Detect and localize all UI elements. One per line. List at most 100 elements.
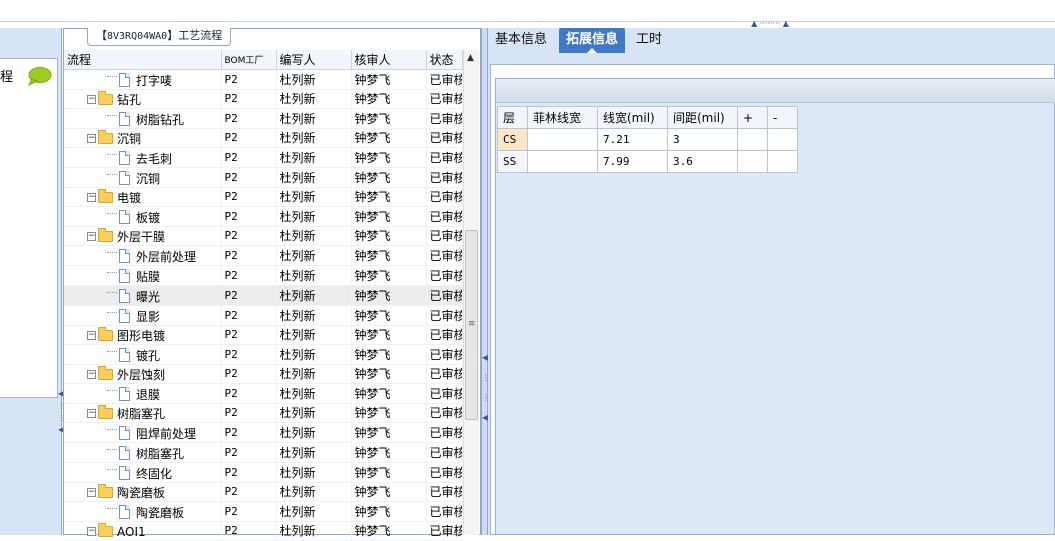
process-cell[interactable]: 外层前处理 <box>64 245 222 266</box>
tree-node[interactable]: 镀孔 <box>67 347 160 364</box>
tree-node[interactable]: 阻焊前处理 <box>67 425 196 442</box>
tree-node[interactable]: − 外层干膜 <box>67 227 165 245</box>
process-cell[interactable]: 贴膜 <box>64 265 222 286</box>
process-cell[interactable]: 沉铜 <box>64 167 222 188</box>
tree-row[interactable]: 终固化 P2 杜列新 钟梦飞 已审核 <box>64 462 463 483</box>
tab-extended-info[interactable]: 拓展信息 <box>559 28 626 53</box>
info-row[interactable]: SS 7.99 3.6 <box>497 150 798 173</box>
tree-node[interactable]: 贴膜 <box>67 268 160 285</box>
tree-row[interactable]: − 外层蚀刻 P2 杜列新 钟梦飞 已审核 <box>64 364 463 384</box>
tree-node[interactable]: − 陶瓷磨板 <box>67 483 165 501</box>
tree-node[interactable]: − 电镀 <box>67 188 141 206</box>
tree-node[interactable]: 打字唛 <box>67 72 172 89</box>
col-header-writer[interactable]: 编写人 <box>276 50 352 70</box>
tree-row[interactable]: 沉铜 P2 杜列新 钟梦飞 已审核 <box>64 167 463 188</box>
tree-row[interactable]: 树脂塞孔 P2 杜列新 钟梦飞 已审核 <box>64 442 463 463</box>
tree-node[interactable]: 退膜 <box>67 386 160 403</box>
col-header-bom-factory[interactable]: BOM工厂 <box>221 50 277 70</box>
tree-row[interactable]: − AOI1 P2 杜列新 钟梦飞 已审核 <box>64 521 463 541</box>
tree-node[interactable]: − 钻孔 <box>67 90 141 108</box>
process-cell[interactable]: − 沉铜 <box>64 128 222 148</box>
tree-node[interactable]: − AOI1 <box>67 523 146 539</box>
collapse-toggle-icon[interactable]: − <box>87 192 96 202</box>
tree-row[interactable]: − 电镀 P2 杜列新 钟梦飞 已审核 <box>64 187 463 207</box>
tree-node[interactable]: − 树脂塞孔 <box>67 404 165 422</box>
tree-row[interactable]: 退膜 P2 杜列新 钟梦飞 已审核 <box>64 383 463 404</box>
tree-node[interactable]: − 外层蚀刻 <box>67 365 165 383</box>
tree-row[interactable]: − 钻孔 P2 杜列新 钟梦飞 已审核 <box>64 89 463 109</box>
remove-cell[interactable] <box>767 150 798 173</box>
tree-node[interactable]: 陶瓷磨板 <box>67 504 184 521</box>
line-width-cell[interactable]: 7.99 <box>597 150 668 173</box>
process-cell[interactable]: − 图形电镀 <box>64 325 222 345</box>
tree-row[interactable]: − 图形电镀 P2 杜列新 钟梦飞 已审核 <box>64 325 463 345</box>
process-cell[interactable]: 镀孔 <box>64 344 222 365</box>
col-header-status[interactable]: 状态 <box>426 50 463 70</box>
process-cell[interactable]: − AOI1 <box>64 521 222 541</box>
layer-cell[interactable]: SS <box>497 150 528 173</box>
tree-row[interactable]: − 沉铜 P2 杜列新 钟梦飞 已审核 <box>64 128 463 148</box>
tree-node[interactable]: 去毛刺 <box>67 150 172 167</box>
tree-row[interactable]: 陶瓷磨板 P2 杜列新 钟梦飞 已审核 <box>64 501 463 522</box>
process-cell[interactable]: 退膜 <box>64 383 222 404</box>
tree-row[interactable]: 板镀 P2 杜列新 钟梦飞 已审核 <box>64 206 463 227</box>
collapse-toggle-icon[interactable]: − <box>87 408 96 418</box>
add-cell[interactable] <box>737 128 768 151</box>
spacing-cell[interactable]: 3.6 <box>667 150 738 173</box>
scroll-up-arrow-icon[interactable]: ▲ <box>467 53 474 63</box>
col-header-process[interactable]: 流程 <box>64 50 222 70</box>
tree-row[interactable]: 外层前处理 P2 杜列新 钟梦飞 已审核 <box>64 245 463 266</box>
collapse-toggle-icon[interactable]: − <box>87 487 96 497</box>
tree-node[interactable]: 板镀 <box>67 209 160 226</box>
add-cell[interactable] <box>737 150 768 173</box>
process-cell[interactable]: 树脂塞孔 <box>64 442 222 463</box>
tree-node[interactable]: 显影 <box>67 308 160 325</box>
tree-node[interactable]: − 沉铜 <box>67 129 141 147</box>
process-cell[interactable]: 陶瓷磨板 <box>64 501 222 522</box>
tree-vertical-scrollbar[interactable]: ▲ ≡ <box>463 50 479 535</box>
tree-row[interactable]: − 外层干膜 P2 杜列新 钟梦飞 已审核 <box>64 226 463 246</box>
left-panel-label[interactable]: 程 <box>0 66 13 85</box>
tree-row[interactable]: 去毛刺 P2 杜列新 钟梦飞 已审核 <box>64 147 463 168</box>
process-cell[interactable]: − 钻孔 <box>64 89 222 109</box>
film-width-cell[interactable] <box>527 128 598 151</box>
scroll-thumb[interactable]: ≡ <box>465 230 478 420</box>
tree-node[interactable]: 外层前处理 <box>67 248 196 265</box>
tab-work-hours[interactable]: 工时 <box>629 28 669 53</box>
tree-row[interactable]: 贴膜 P2 杜列新 钟梦飞 已审核 <box>64 265 463 286</box>
tree-row[interactable]: − 陶瓷磨板 P2 杜列新 钟梦飞 已审核 <box>64 482 463 502</box>
tree-row[interactable]: 打字唛 P2 杜列新 钟梦飞 已审核 <box>64 69 463 90</box>
chat-bubble-icon[interactable] <box>26 66 52 86</box>
process-cell[interactable]: − 外层干膜 <box>64 226 222 246</box>
film-width-cell[interactable] <box>527 150 598 173</box>
info-row[interactable]: CS 7.21 3 <box>497 128 798 151</box>
add-row-button[interactable]: + <box>737 106 768 129</box>
process-cell[interactable]: 打字唛 <box>64 69 222 90</box>
tree-row[interactable]: 树脂钻孔 P2 杜列新 钟梦飞 已审核 <box>64 108 463 129</box>
top-splitter-grip[interactable]: ▲ ········ ▲ <box>740 20 800 28</box>
tree-row[interactable]: 显影 P2 杜列新 钟梦飞 已审核 <box>64 305 463 326</box>
process-cell[interactable]: 板镀 <box>64 206 222 227</box>
collapse-toggle-icon[interactable]: − <box>87 133 96 143</box>
layer-cell[interactable]: CS <box>497 128 528 151</box>
tree-node[interactable]: 终固化 <box>67 465 172 482</box>
tree-row[interactable]: 阻焊前处理 P2 杜列新 钟梦飞 已审核 <box>64 422 463 443</box>
process-cell[interactable]: − 树脂塞孔 <box>64 403 222 423</box>
tree-node[interactable]: 树脂钻孔 <box>67 111 184 128</box>
process-cell[interactable]: − 外层蚀刻 <box>64 364 222 384</box>
tab-basic-info[interactable]: 基本信息 <box>488 28 554 53</box>
tree-row[interactable]: 曝光 P2 杜列新 钟梦飞 已审核 <box>64 285 463 306</box>
tree-row[interactable]: − 树脂塞孔 P2 杜列新 钟梦飞 已审核 <box>64 403 463 423</box>
remove-cell[interactable] <box>767 128 798 151</box>
process-cell[interactable]: − 电镀 <box>64 187 222 207</box>
tree-node[interactable]: − 图形电镀 <box>67 326 165 344</box>
process-cell[interactable]: 显影 <box>64 305 222 326</box>
center-splitter[interactable]: ◀ ⋮ ⋮ ◀ <box>481 28 490 535</box>
collapse-toggle-icon[interactable]: − <box>87 330 96 340</box>
tree-row[interactable]: 镀孔 P2 杜列新 钟梦飞 已审核 <box>64 344 463 365</box>
collapse-toggle-icon[interactable]: − <box>87 369 96 379</box>
line-width-cell[interactable]: 7.21 <box>597 128 668 151</box>
collapse-toggle-icon[interactable]: − <box>87 94 96 104</box>
col-header-reviewer[interactable]: 核审人 <box>351 50 427 70</box>
process-cell[interactable]: 曝光 <box>64 285 222 306</box>
